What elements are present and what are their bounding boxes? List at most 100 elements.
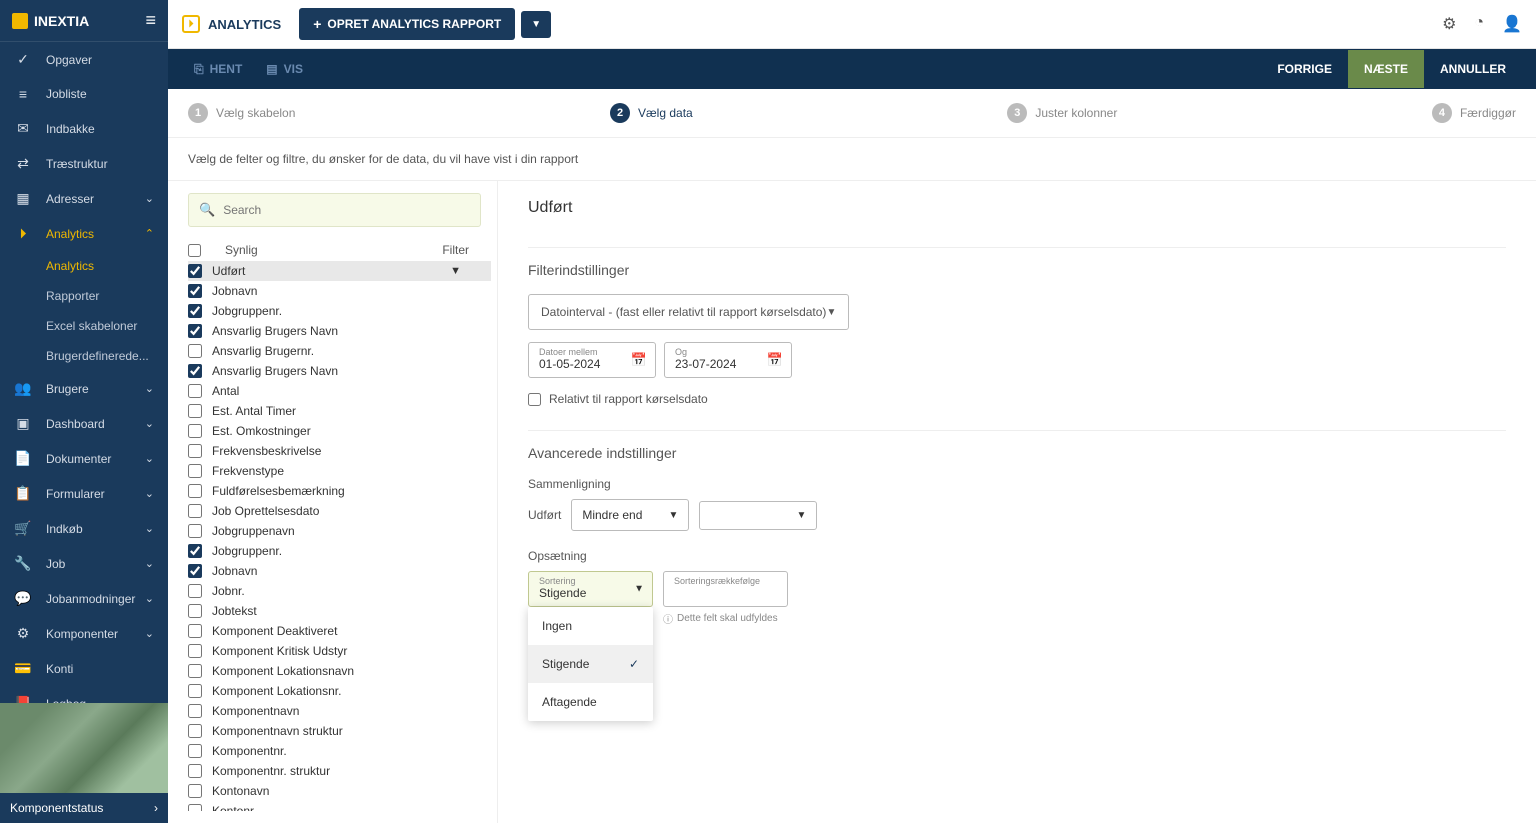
field-checkbox[interactable] bbox=[188, 324, 202, 338]
create-report-button[interactable]: + OPRET ANALYTICS RAPPORT bbox=[299, 8, 515, 40]
field-row[interactable]: Jobnavn bbox=[188, 561, 491, 581]
field-row[interactable]: Fuldførelsesbemærkning bbox=[188, 481, 491, 501]
sidebar-subitem[interactable]: Rapporter bbox=[46, 281, 168, 311]
sidebar-subitem[interactable]: Brugerdefinerede... bbox=[46, 341, 168, 371]
vis-button[interactable]: ▤ VIS bbox=[254, 52, 315, 86]
field-row[interactable]: Kontonr. bbox=[188, 801, 491, 811]
next-button[interactable]: NÆSTE bbox=[1348, 50, 1424, 88]
select-all-checkbox[interactable] bbox=[188, 244, 201, 257]
field-checkbox[interactable] bbox=[188, 524, 202, 538]
sidebar-item-jobanmodninger[interactable]: 💬Jobanmodninger⌄ bbox=[0, 581, 168, 616]
field-checkbox[interactable] bbox=[188, 404, 202, 418]
sidebar-subitem[interactable]: Excel skabeloner bbox=[46, 311, 168, 341]
selected-field-row[interactable]: Udført▼ bbox=[188, 261, 491, 281]
field-row[interactable]: Ansvarlig Brugernr. bbox=[188, 341, 491, 361]
sidebar-item-opgaver[interactable]: ✓Opgaver bbox=[0, 42, 168, 77]
field-checkbox[interactable] bbox=[188, 744, 202, 758]
field-checkbox[interactable] bbox=[188, 704, 202, 718]
field-row[interactable]: Jobnr. bbox=[188, 581, 491, 601]
field-row[interactable]: Jobgruppenavn bbox=[188, 521, 491, 541]
footer-status-bar[interactable]: Komponentstatus › bbox=[0, 793, 168, 823]
sidebar-item-job[interactable]: 🔧Job⌄ bbox=[0, 546, 168, 581]
field-checkbox[interactable] bbox=[188, 804, 202, 811]
field-checkbox[interactable] bbox=[188, 504, 202, 518]
relative-checkbox[interactable] bbox=[528, 393, 541, 406]
field-checkbox[interactable] bbox=[188, 604, 202, 618]
field-row[interactable]: Komponentnr. struktur bbox=[188, 761, 491, 781]
clock-icon[interactable]: ◔ bbox=[1474, 14, 1484, 34]
step-2[interactable]: 2Vælg data bbox=[610, 103, 693, 123]
sort-option[interactable]: Ingen bbox=[528, 607, 653, 645]
prev-button[interactable]: FORRIGE bbox=[1261, 50, 1348, 88]
date-interval-dropdown[interactable]: Datointerval - (fast eller relativt til … bbox=[528, 294, 849, 330]
field-row[interactable]: Frekvensbeskrivelse bbox=[188, 441, 491, 461]
date-to-input[interactable]: Og 23-07-2024 📅 bbox=[664, 342, 792, 378]
sidebar-item-formularer[interactable]: 📋Formularer⌄ bbox=[0, 476, 168, 511]
field-row[interactable]: Est. Omkostninger bbox=[188, 421, 491, 441]
sort-order-dropdown[interactable]: Sorteringsrækkefølge bbox=[663, 571, 788, 607]
sidebar-item-logbog[interactable]: 📕Logbog⌄ bbox=[0, 686, 168, 703]
sidebar-item-analytics[interactable]: ⏵Analytics⌃ bbox=[0, 216, 168, 251]
gear-icon[interactable]: ⚙ bbox=[1442, 14, 1456, 34]
sidebar-item-jobliste[interactable]: ≡Jobliste bbox=[0, 77, 168, 111]
field-row[interactable]: Frekvenstype bbox=[188, 461, 491, 481]
user-icon[interactable]: 👤 bbox=[1502, 14, 1522, 34]
field-checkbox[interactable] bbox=[188, 544, 202, 558]
sidebar-item-dashboard[interactable]: ▣Dashboard⌄ bbox=[0, 406, 168, 441]
field-checkbox[interactable] bbox=[188, 484, 202, 498]
field-row[interactable]: Kontonavn bbox=[188, 781, 491, 801]
sidebar-item-tr-struktur[interactable]: ⇄Træstruktur bbox=[0, 146, 168, 181]
create-report-dropdown[interactable]: ▼ bbox=[521, 11, 551, 38]
field-checkbox[interactable] bbox=[188, 464, 202, 478]
field-list[interactable]: Ansvarlig Brugernr.Ansvarlig Brugers Nav… bbox=[188, 341, 491, 811]
hamburger-icon[interactable]: ≡ bbox=[145, 10, 156, 31]
selected-field-row[interactable]: Jobnavn bbox=[188, 281, 491, 301]
field-row[interactable]: Komponentnavn bbox=[188, 701, 491, 721]
field-checkbox[interactable] bbox=[188, 384, 202, 398]
field-row[interactable]: Antal bbox=[188, 381, 491, 401]
field-row[interactable]: Komponentnavn struktur bbox=[188, 721, 491, 741]
field-checkbox[interactable] bbox=[188, 664, 202, 678]
search-input[interactable] bbox=[223, 203, 470, 217]
selected-field-row[interactable]: Ansvarlig Brugers Navn bbox=[188, 321, 491, 341]
field-row[interactable]: Est. Antal Timer bbox=[188, 401, 491, 421]
cancel-button[interactable]: ANNULLER bbox=[1424, 50, 1522, 88]
sidebar-item-dokumenter[interactable]: 📄Dokumenter⌄ bbox=[0, 441, 168, 476]
selected-field-row[interactable]: Jobgruppenr. bbox=[188, 301, 491, 321]
field-row[interactable]: Komponent Lokationsnr. bbox=[188, 681, 491, 701]
step-4[interactable]: 4Færdiggør bbox=[1432, 103, 1516, 123]
field-checkbox[interactable] bbox=[188, 764, 202, 778]
field-checkbox[interactable] bbox=[188, 564, 202, 578]
field-checkbox[interactable] bbox=[188, 684, 202, 698]
sidebar-item-komponenter[interactable]: ⚙Komponenter⌄ bbox=[0, 616, 168, 651]
field-checkbox[interactable] bbox=[188, 644, 202, 658]
sidebar-subitem[interactable]: Analytics bbox=[46, 251, 168, 281]
field-checkbox[interactable] bbox=[188, 424, 202, 438]
search-box[interactable]: 🔍 bbox=[188, 193, 481, 227]
field-row[interactable]: Job Oprettelsesdato bbox=[188, 501, 491, 521]
footer-thumbnail[interactable] bbox=[0, 703, 168, 793]
field-checkbox[interactable] bbox=[188, 444, 202, 458]
sidebar-item-indbakke[interactable]: ✉Indbakke bbox=[0, 111, 168, 146]
field-row[interactable]: Jobtekst bbox=[188, 601, 491, 621]
field-checkbox[interactable] bbox=[188, 364, 202, 378]
field-row[interactable]: Ansvarlig Brugers Navn bbox=[188, 361, 491, 381]
sort-option[interactable]: Aftagende bbox=[528, 683, 653, 721]
field-checkbox[interactable] bbox=[188, 284, 202, 298]
sort-dropdown[interactable]: Sortering Stigende ▼ bbox=[528, 571, 653, 607]
sidebar-item-adresser[interactable]: ▦Adresser⌄ bbox=[0, 181, 168, 216]
hent-button[interactable]: ⎘ HENT bbox=[182, 52, 254, 87]
field-checkbox[interactable] bbox=[188, 304, 202, 318]
sidebar-item-konti[interactable]: 💳Konti bbox=[0, 651, 168, 686]
field-row[interactable]: Komponent Kritisk Udstyr bbox=[188, 641, 491, 661]
field-checkbox[interactable] bbox=[188, 264, 202, 278]
field-row[interactable]: Jobgruppenr. bbox=[188, 541, 491, 561]
field-checkbox[interactable] bbox=[188, 584, 202, 598]
field-checkbox[interactable] bbox=[188, 624, 202, 638]
field-row[interactable]: Komponent Lokationsnavn bbox=[188, 661, 491, 681]
field-checkbox[interactable] bbox=[188, 344, 202, 358]
compare-op-dropdown[interactable]: Mindre end ▼ bbox=[571, 499, 689, 531]
compare-value-dropdown[interactable]: ▼ bbox=[699, 501, 817, 530]
sidebar-item-brugere[interactable]: 👥Brugere⌄ bbox=[0, 371, 168, 406]
field-row[interactable]: Komponent Deaktiveret bbox=[188, 621, 491, 641]
